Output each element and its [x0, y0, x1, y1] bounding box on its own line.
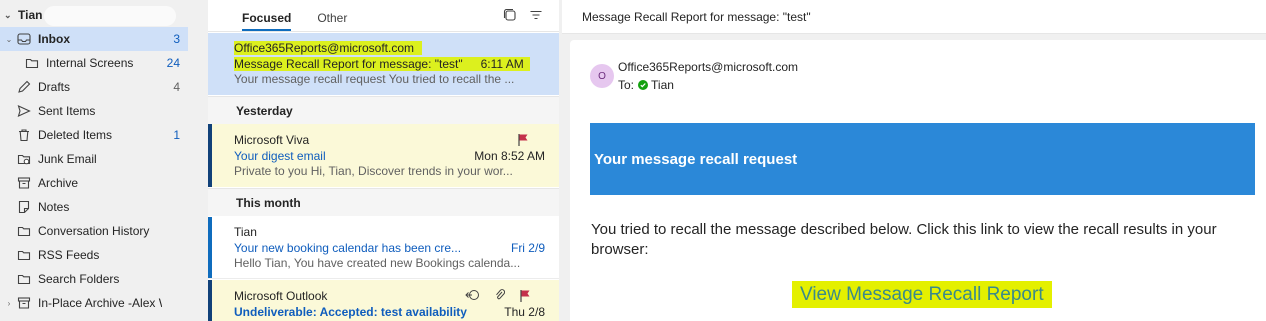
message-subject: Your new booking calendar has been cre..…: [234, 241, 462, 255]
folder-item-in-place-archive[interactable]: › In-Place Archive -Alex Wi...: [0, 291, 188, 315]
message-subject: Message Recall Report for message: "test…: [234, 57, 463, 71]
folder-label: Sent Items: [38, 104, 96, 118]
folder-item-search-folders[interactable]: Search Folders: [0, 267, 188, 291]
folder-pane: ⌄ Tian ⌄ Inbox 3 Internal Screens 24 Dra…: [0, 0, 206, 321]
folder-item-rss-feeds[interactable]: RSS Feeds: [0, 243, 188, 267]
message-preview: Your message recall request You tried to…: [234, 72, 515, 86]
inbox-tabs: Focused Other: [208, 0, 559, 32]
message-sender: Office365Reports@microsoft.com: [234, 41, 415, 55]
message-subject: Undeliverable: Accepted: test availabili…: [234, 305, 467, 319]
inbox-icon: [16, 31, 32, 47]
recipient-line: To: Tian: [618, 78, 674, 92]
filter-icon[interactable]: [529, 8, 543, 25]
unread-count: 3: [173, 32, 180, 46]
flag-icon[interactable]: [519, 289, 531, 303]
folder-item-junk-email[interactable]: Junk Email: [0, 147, 188, 171]
sender-address[interactable]: Office365Reports@microsoft.com: [618, 60, 798, 74]
tab-focused[interactable]: Focused: [242, 11, 292, 31]
folder-label: Drafts: [38, 80, 71, 94]
message-sender: Microsoft Outlook: [234, 289, 328, 303]
to-label: To:: [618, 78, 635, 92]
attachment-icon: [495, 288, 506, 304]
message-time: 6:11 AM: [480, 57, 524, 71]
folder-item-archive[interactable]: Archive: [0, 171, 188, 195]
folder-item-drafts[interactable]: Drafts 4: [0, 75, 188, 99]
message-preview: Hello Tian, You have created new Booking…: [234, 256, 521, 270]
message-title: Message Recall Report for message: "test…: [562, 0, 1266, 34]
banner-heading: Your message recall request: [594, 150, 798, 168]
message-sender: Tian: [234, 225, 257, 239]
folder-label: Junk Email: [38, 152, 97, 166]
account-header[interactable]: ⌄ Tian: [4, 4, 176, 26]
folder-label: RSS Feeds: [38, 248, 100, 262]
folder-label: In-Place Archive -Alex Wi...: [38, 296, 162, 310]
folder-label: Archive: [38, 176, 79, 190]
unread-count: 1: [173, 128, 180, 142]
flag-icon[interactable]: [517, 133, 529, 147]
folder-item-notes[interactable]: Notes: [0, 195, 188, 219]
recall-report-link-highlight: View Message Recall Report: [792, 281, 1052, 308]
message-time: Thu 2/8: [504, 305, 545, 319]
folder-item-conversation-history[interactable]: Conversation History: [0, 219, 188, 243]
presence-available-icon: [638, 80, 649, 90]
tab-other[interactable]: Other: [317, 11, 347, 31]
folder-label: Search Folders: [38, 272, 120, 286]
pencil-icon: [16, 79, 32, 95]
message-time: Fri 2/9: [510, 241, 545, 255]
message-item-microsoft-outlook[interactable]: Microsoft Outlook Undeliverable: Accepte…: [208, 280, 559, 321]
message-item-microsoft-viva[interactable]: Microsoft Viva Your digest email Mon 8:5…: [208, 124, 559, 187]
message-preview: Private to you Hi, Tian, Discover trends…: [234, 164, 513, 178]
reading-pane: Message Recall Report for message: "test…: [562, 0, 1266, 321]
group-header-this-month: This month: [208, 188, 559, 216]
chevron-right-icon[interactable]: ›: [2, 299, 16, 308]
recipient-name[interactable]: Tian: [651, 78, 674, 92]
account-name: Tian: [18, 8, 43, 22]
message-subject: Your digest email: [234, 149, 326, 163]
folder-label: Notes: [38, 200, 70, 214]
chevron-down-icon[interactable]: ⌄: [2, 35, 16, 44]
folder-item-deleted-items[interactable]: Deleted Items 1: [0, 123, 188, 147]
recall-banner: Your message recall request: [590, 123, 1255, 195]
message-body: You tried to recall the message describe…: [591, 221, 1217, 258]
folder-item-inbox[interactable]: ⌄ Inbox 3: [0, 27, 188, 51]
message-item-recall-report[interactable]: Office365Reports@microsoft.com Message R…: [208, 33, 559, 95]
group-header-yesterday: Yesterday: [208, 96, 559, 124]
chevron-down-icon[interactable]: ⌄: [4, 10, 18, 21]
folder-label: Inbox: [38, 32, 70, 46]
message-time: Mon 8:52 AM: [474, 149, 545, 163]
view-recall-report-link[interactable]: View Message Recall Report: [800, 284, 1044, 306]
sender-avatar[interactable]: O: [590, 64, 614, 88]
folder-icon: [16, 271, 32, 287]
archive-icon: [16, 175, 32, 191]
folder-label: Deleted Items: [38, 128, 113, 142]
message-sender: Microsoft Viva: [234, 133, 310, 147]
folder-item-sent-items[interactable]: Sent Items: [0, 99, 188, 123]
select-messages-icon[interactable]: [503, 8, 517, 25]
note-icon: [16, 199, 32, 215]
folder-icon: [16, 247, 32, 263]
reply-arrow-icon: [465, 289, 481, 304]
folder-label: Internal Screens: [46, 56, 134, 70]
unread-count: 24: [166, 56, 180, 70]
folder-label: Conversation History: [38, 224, 150, 238]
junk-icon: [16, 151, 32, 167]
trash-icon: [16, 127, 32, 143]
folder-icon: [24, 55, 40, 71]
message-card: O Office365Reports@microsoft.com To: Tia…: [570, 40, 1266, 321]
message-item-booking-calendar[interactable]: Tian Your new booking calendar has been …: [208, 217, 559, 279]
send-icon: [16, 103, 32, 119]
archive-icon: [16, 295, 32, 311]
item-count: 4: [173, 80, 180, 94]
redacted-account-email: [44, 6, 176, 26]
folder-item-internal-screens[interactable]: Internal Screens 24: [0, 51, 188, 75]
folder-icon: [16, 223, 32, 239]
message-list: Focused Other Office365Reports@microsoft…: [208, 0, 559, 321]
